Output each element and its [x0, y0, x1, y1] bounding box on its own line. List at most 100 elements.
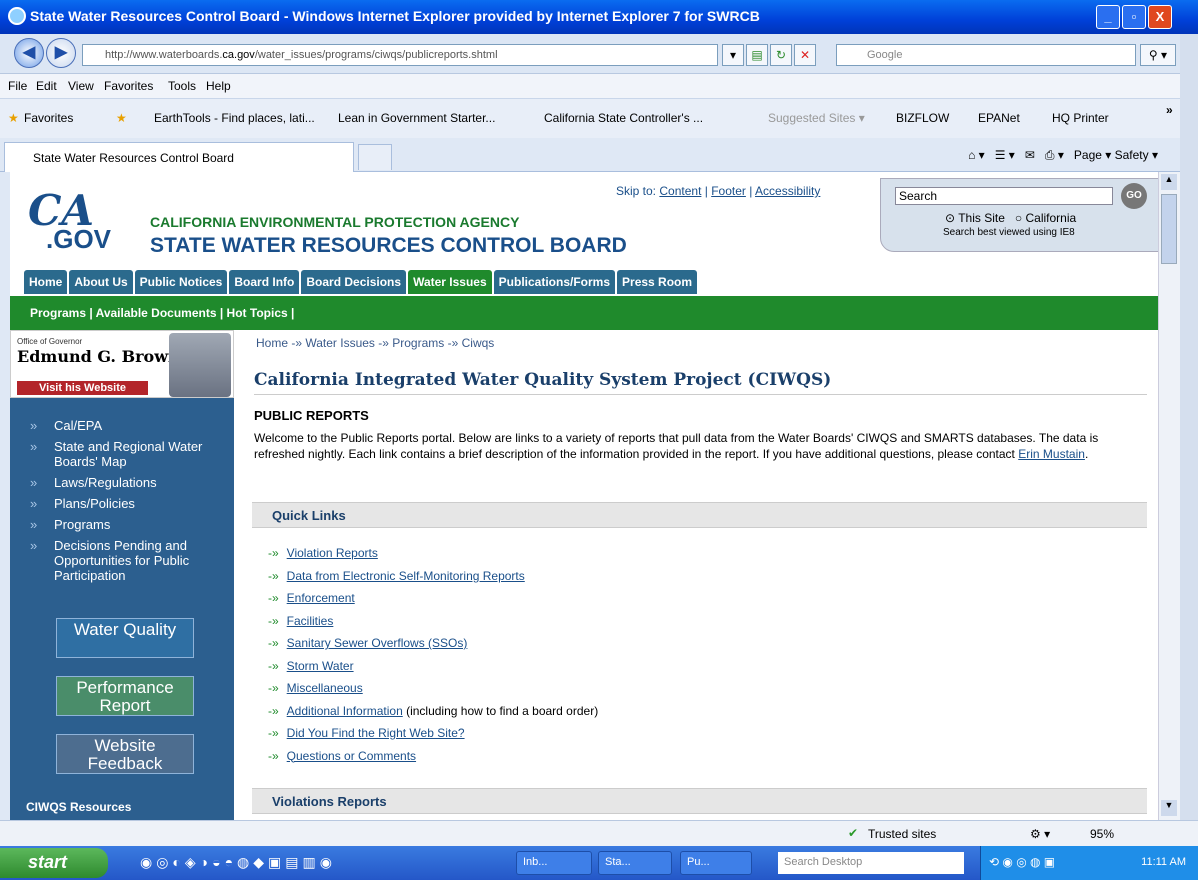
go-button[interactable]: GO: [1121, 183, 1147, 209]
radio-california[interactable]: ○: [1015, 211, 1022, 225]
arrow-icon: -»: [268, 681, 279, 695]
fav-controller[interactable]: California State Controller's ...: [544, 111, 703, 125]
side-item-decisions[interactable]: » Decisions Pending and Opportunities for…: [30, 538, 230, 583]
back-button[interactable]: ◀: [14, 38, 44, 68]
address-bar: ◀ ▶ http://www.waterboards.ca.gov/water_…: [0, 34, 1198, 74]
scroll-thumb[interactable]: [1161, 194, 1177, 264]
side-item-label: Plans/Policies: [54, 496, 135, 511]
page-safety-menu[interactable]: Page ▾ Safety ▾: [1074, 148, 1158, 162]
nav-home[interactable]: Home: [24, 270, 68, 294]
radio-this-site[interactable]: ⊙: [945, 211, 955, 225]
search-icon[interactable]: ⚲ ▾: [1140, 44, 1176, 66]
link-questions[interactable]: Questions or Comments: [287, 749, 416, 763]
link-enforcement[interactable]: Enforcement: [287, 591, 355, 605]
fav-epanet[interactable]: EPANet: [978, 111, 1020, 125]
breadcrumb[interactable]: Home -» Water Issues -» Programs -» Ciwq…: [256, 336, 494, 350]
nav-public-notices[interactable]: Public Notices: [134, 270, 228, 294]
add-favorite-icon[interactable]: ★: [116, 111, 127, 125]
contact-link[interactable]: Erin Mustain: [1018, 447, 1085, 461]
minimize-button[interactable]: _: [1096, 5, 1120, 29]
link-additional-info[interactable]: Additional Information: [287, 704, 403, 718]
website-feedback-button[interactable]: Website Feedback: [56, 734, 194, 774]
zoom-level[interactable]: 95%: [1090, 827, 1114, 841]
radio-this-site-label: This Site: [958, 211, 1005, 225]
gov-logo[interactable]: .GOV: [46, 224, 111, 255]
forward-button[interactable]: ▶: [46, 38, 76, 68]
side-item-programs[interactable]: » Programs: [30, 517, 230, 532]
performance-report-button[interactable]: Performance Report: [56, 676, 194, 716]
favorites-button[interactable]: Favorites: [24, 111, 73, 125]
nav-water-issues[interactable]: Water Issues: [408, 270, 492, 294]
sub-nav[interactable]: Programs | Available Documents | Hot Top…: [10, 296, 1158, 330]
menu-edit[interactable]: Edit: [36, 79, 57, 93]
close-button[interactable]: X: [1148, 5, 1172, 29]
fav-lean[interactable]: Lean in Government Starter...: [338, 111, 495, 125]
nav-about[interactable]: About Us: [69, 270, 133, 294]
scroll-up-icon[interactable]: ▲: [1161, 174, 1177, 190]
menu-favorites[interactable]: Favorites: [104, 79, 153, 93]
url-field[interactable]: http://www.waterboards.ca.gov/water_issu…: [82, 44, 718, 66]
water-quality-button[interactable]: Water Quality: [56, 618, 194, 658]
menu-tools[interactable]: Tools: [168, 79, 196, 93]
chevron-more-icon[interactable]: »: [1166, 103, 1173, 117]
maximize-button[interactable]: ▫: [1122, 5, 1146, 29]
nav-board-info[interactable]: Board Info: [229, 270, 300, 294]
feeds-icon[interactable]: ☰ ▾: [995, 148, 1015, 162]
fav-earthtools[interactable]: EarthTools - Find places, lati...: [154, 111, 315, 125]
nav-publications[interactable]: Publications/Forms: [493, 270, 616, 294]
vertical-scrollbar[interactable]: ▲ ▼: [1158, 172, 1180, 820]
link-storm-water[interactable]: Storm Water: [287, 659, 354, 673]
side-item-plans[interactable]: » Plans/Policies: [30, 496, 230, 511]
side-item-map[interactable]: » State and Regional Water Boards' Map: [30, 439, 230, 469]
scroll-down-icon[interactable]: ▼: [1161, 800, 1177, 816]
task-inbox[interactable]: Inb...: [516, 851, 592, 875]
link-misc[interactable]: Miscellaneous: [287, 681, 363, 695]
side-item-label: Laws/Regulations: [54, 475, 157, 490]
url-dropdown-icon[interactable]: ▾: [722, 44, 744, 66]
refresh-icon[interactable]: ↻: [770, 44, 792, 66]
arrow-icon: -»: [268, 568, 279, 583]
fav-suggested[interactable]: Suggested Sites ▾: [768, 111, 865, 125]
governor-banner[interactable]: Office of Governor Edmund G. Brown Jr. V…: [10, 330, 234, 398]
tray-icons[interactable]: ⟲ ◉ ◎ ◍ ▣: [989, 855, 1055, 869]
side-item-calepa[interactable]: » Cal/EPA: [30, 418, 230, 433]
skip-accessibility-link[interactable]: Accessibility: [755, 184, 820, 198]
fav-hqprinter[interactable]: HQ Printer: [1052, 111, 1109, 125]
fav-bizflow[interactable]: BIZFLOW: [896, 111, 949, 125]
task-state[interactable]: Sta...: [598, 851, 672, 875]
site-search-input[interactable]: Search: [895, 187, 1113, 205]
new-tab-button[interactable]: [358, 144, 392, 170]
side-menu: » Cal/EPA » State and Regional Water Board…: [30, 418, 230, 589]
compatibility-icon[interactable]: ▤: [746, 44, 768, 66]
skip-content-link[interactable]: Content: [659, 184, 701, 198]
link-right-site[interactable]: Did You Find the Right Web Site?: [287, 726, 465, 740]
window-title: State Water Resources Control Board - Wi…: [30, 8, 760, 24]
link-facilities[interactable]: Facilities: [287, 614, 334, 628]
tab-active[interactable]: State Water Resources Control Board: [4, 142, 354, 172]
menu-file[interactable]: File: [8, 79, 27, 93]
nav-board-decisions[interactable]: Board Decisions: [301, 270, 407, 294]
print-icon[interactable]: ⎙ ▾: [1045, 148, 1064, 162]
task-publications[interactable]: Pu...: [680, 851, 752, 875]
link-violation-reports[interactable]: Violation Reports: [287, 546, 378, 560]
menu-view[interactable]: View: [68, 79, 94, 93]
stop-icon[interactable]: ✕: [794, 44, 816, 66]
nav-press-room[interactable]: Press Room: [617, 270, 698, 294]
menu-help[interactable]: Help: [206, 79, 231, 93]
side-item-laws[interactable]: » Laws/Regulations: [30, 475, 230, 490]
start-button[interactable]: start: [0, 848, 108, 878]
gov-visit-button[interactable]: Visit his Website: [17, 381, 149, 395]
main-content: Home -» Water Issues -» Programs -» Ciwq…: [244, 330, 1147, 820]
favorites-star-icon: ★: [8, 111, 19, 125]
link-esmr[interactable]: Data from Electronic Self-Monitoring Rep…: [287, 569, 525, 583]
skip-footer-link[interactable]: Footer: [711, 184, 746, 198]
desktop-search-input[interactable]: Search Desktop: [778, 852, 964, 874]
site-header: CA .GOV CALIFORNIA ENVIRONMENTAL PROTECT…: [10, 172, 1158, 268]
protected-mode-icon[interactable]: ⚙ ▾: [1030, 827, 1050, 841]
link-sso[interactable]: Sanitary Sewer Overflows (SSOs): [287, 636, 468, 650]
security-zone[interactable]: Trusted sites: [868, 827, 936, 841]
quick-launch-icons[interactable]: ◉◎◐◈◑◒◓◍◆▣▤▥◉: [140, 854, 336, 871]
search-input[interactable]: Google: [836, 44, 1136, 66]
home-icon[interactable]: ⌂ ▾: [968, 148, 985, 162]
mail-icon[interactable]: ✉: [1025, 148, 1035, 162]
